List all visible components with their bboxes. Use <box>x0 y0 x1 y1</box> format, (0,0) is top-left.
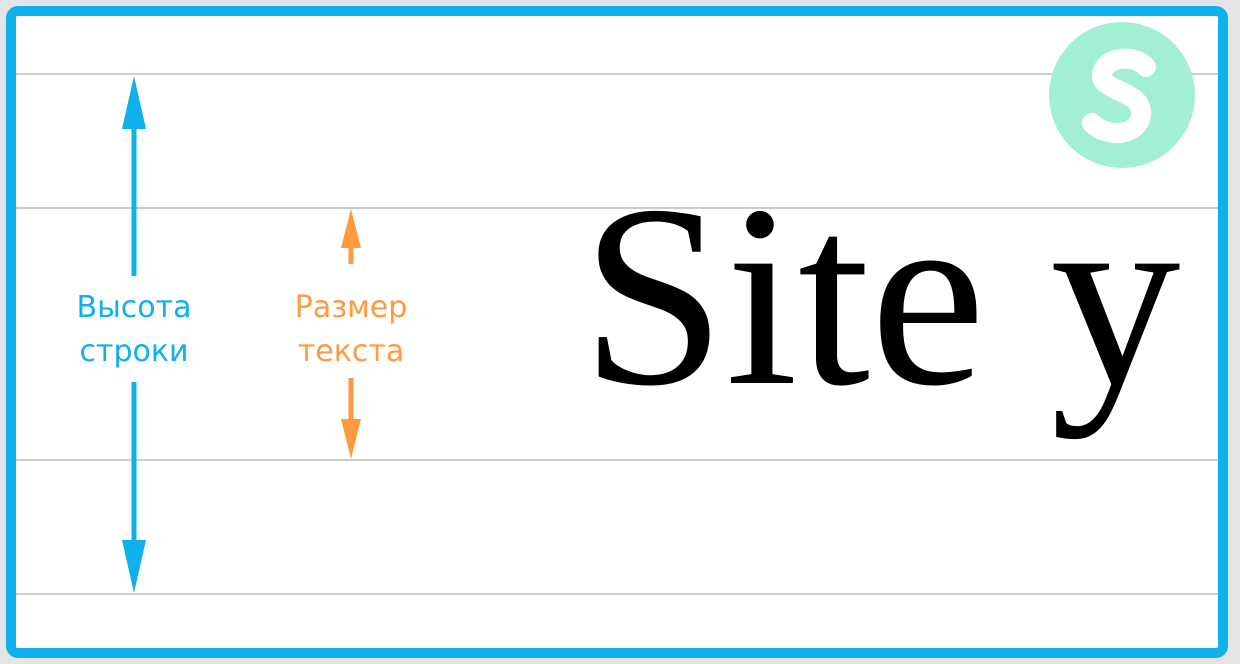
s-brand-logo-icon <box>1049 22 1195 168</box>
s-glyph <box>1082 48 1156 144</box>
line-height-label-line-1: Высота <box>76 290 192 325</box>
line-height-arrowhead-up <box>122 76 146 129</box>
line-height-label: Высота строки <box>58 286 210 374</box>
text-size-label-line-1: Размер <box>294 290 408 325</box>
line-height-arrowhead-down <box>122 540 146 593</box>
line-height-label-line-2: строки <box>79 334 189 369</box>
text-size-label-line-2: текста <box>297 334 405 369</box>
diagram-frame: Высота строки Размер текста Site y <box>6 6 1228 658</box>
text-size-label: Размер текста <box>275 286 427 374</box>
s-letter-icon <box>1082 48 1156 144</box>
text-size-arrowhead-down <box>341 419 361 459</box>
sample-text: Site y <box>581 152 1181 440</box>
text-size-arrowhead-up <box>341 209 361 248</box>
